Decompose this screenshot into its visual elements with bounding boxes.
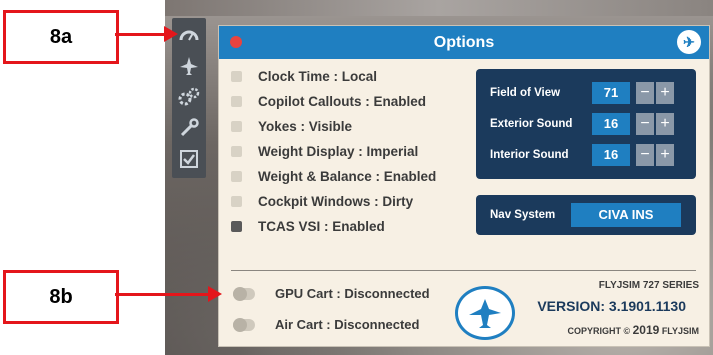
option-label: Copilot Callouts : Enabled (258, 93, 426, 109)
decrease-button[interactable]: − (636, 82, 654, 104)
window-title: Options (433, 34, 495, 51)
nav-system-label: Nav System (490, 209, 556, 221)
callout-8a-arrow-head (164, 26, 178, 42)
checkbox[interactable] (231, 170, 242, 182)
settings-box: Field of View 71 − + Exterior Sound 16 −… (476, 69, 696, 179)
option-clock-time[interactable]: Clock Time : Local (231, 66, 377, 86)
increase-button[interactable]: + (656, 82, 674, 104)
wrench-icon[interactable] (172, 113, 206, 143)
nav-system-button[interactable]: CIVA INS (571, 203, 681, 227)
air-cart-label: Air Cart : Disconnected (275, 317, 420, 332)
checkbox[interactable] (231, 145, 242, 157)
checkbox[interactable] (231, 195, 242, 207)
copyright-year: 2019 (632, 323, 660, 337)
plane-icon[interactable] (172, 51, 206, 81)
divider (231, 270, 696, 271)
sidebar (172, 18, 206, 178)
checkbox[interactable] (231, 95, 242, 107)
option-copilot-callouts[interactable]: Copilot Callouts : Enabled (231, 91, 426, 111)
increase-button[interactable]: + (656, 144, 674, 166)
option-weight-display[interactable]: Weight Display : Imperial (231, 141, 418, 161)
copyright-suffix: FLYJSIM (659, 326, 699, 336)
gears-icon[interactable] (172, 82, 206, 112)
setting-value: 16 (592, 144, 630, 166)
setting-value: 71 (592, 82, 630, 104)
decrease-button[interactable]: − (636, 113, 654, 135)
air-cart-toggle[interactable] (233, 318, 255, 332)
setting-label: Exterior Sound (490, 118, 573, 130)
brand-series: FLYJSIM 727 SERIES (598, 280, 699, 291)
copyright-text: COPYRIGHT © 2019 FLYJSIM (517, 323, 699, 337)
callout-8b-arrow-head (208, 286, 222, 302)
callout-8b: 8b (3, 270, 119, 324)
checkbox[interactable] (231, 70, 242, 82)
option-label: Weight & Balance : Enabled (258, 168, 437, 184)
checkbox[interactable] (231, 120, 242, 132)
callout-8b-arrow-line (115, 293, 211, 296)
increase-button[interactable]: + (656, 113, 674, 135)
checkbox-checked[interactable] (231, 220, 242, 232)
setting-interior-sound: Interior Sound 16 − + (476, 143, 696, 167)
gpu-cart-toggle[interactable] (233, 287, 255, 301)
nav-system-box: Nav System CIVA INS (476, 195, 696, 235)
option-weight-balance[interactable]: Weight & Balance : Enabled (231, 166, 436, 186)
setting-label: Interior Sound (490, 149, 569, 161)
setting-field-of-view: Field of View 71 − + (476, 81, 696, 105)
option-cockpit-windows[interactable]: Cockpit Windows : Dirty (231, 191, 413, 211)
cockpit-background-top (165, 0, 713, 16)
option-label: TCAS VSI : Enabled (258, 218, 385, 234)
flyjsim-logo-icon: ✈ (677, 30, 701, 54)
setting-value: 16 (592, 113, 630, 135)
options-panel: Options ✈ Clock Time : Local Copilot Cal… (218, 25, 710, 347)
callout-8a: 8a (3, 10, 119, 64)
option-label: Clock Time : Local (258, 68, 378, 84)
option-label: Cockpit Windows : Dirty (258, 193, 414, 209)
gpu-cart-label: GPU Cart : Disconnected (275, 286, 430, 301)
option-label: Weight Display : Imperial (258, 143, 419, 159)
checklist-icon[interactable] (172, 144, 206, 174)
copyright-prefix: COPYRIGHT © (567, 326, 633, 336)
option-yokes[interactable]: Yokes : Visible (231, 116, 352, 136)
version-text: VERSION: 3.1901.1130 (537, 298, 686, 314)
option-label: Yokes : Visible (258, 118, 353, 134)
option-tcas-vsi[interactable]: TCAS VSI : Enabled (231, 216, 385, 236)
callout-8a-arrow-line (115, 33, 167, 36)
setting-exterior-sound: Exterior Sound 16 − + (476, 112, 696, 136)
setting-label: Field of View (490, 87, 561, 99)
decrease-button[interactable]: − (636, 144, 654, 166)
